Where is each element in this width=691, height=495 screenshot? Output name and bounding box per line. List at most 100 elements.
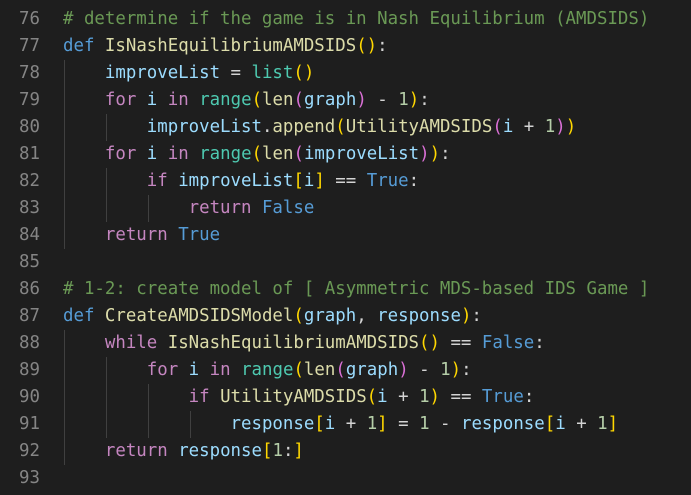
code-line[interactable]: 79 for i in range(len(graph) - 1): [0, 87, 691, 114]
code-token: improveList [146, 117, 262, 137]
code-token: response [178, 441, 262, 461]
code-token: range [199, 90, 252, 110]
line-number: 89 [19, 360, 40, 380]
code-line[interactable]: 84 return True [0, 222, 691, 249]
code-token: ( [293, 144, 304, 164]
code-token: response [230, 414, 315, 434]
code-token: : [282, 441, 294, 461]
code-token: + [387, 387, 420, 407]
code-token: ( [293, 90, 304, 110]
line-number: 93 [19, 468, 40, 488]
code-token: 1 [419, 414, 430, 434]
code-line[interactable]: 80 improveList.append(UtilityAMDSIDS(i +… [0, 114, 691, 141]
code-line[interactable]: 76 # determine if the game is in Nash Equ… [0, 6, 691, 33]
code-line[interactable]: 93 [0, 465, 691, 492]
code-token: ( [293, 360, 304, 380]
code-token: : [440, 144, 451, 164]
code-text: return False [63, 195, 315, 222]
code-token: . [261, 117, 273, 137]
code-line[interactable]: 78 improveList = list() [0, 60, 691, 87]
code-token: [ [293, 171, 304, 191]
code-token: return [104, 441, 168, 461]
code-token: True [366, 171, 409, 191]
code-token: ) [398, 360, 409, 380]
code-token: : [408, 171, 420, 191]
code-token: len [262, 144, 294, 164]
code-line[interactable]: 89 for i in range(len(graph) - 1): [0, 357, 691, 384]
code-token: ( [492, 117, 503, 137]
code-line[interactable]: 85 [0, 249, 691, 276]
code-token: in [167, 144, 189, 164]
code-token: True [178, 225, 221, 245]
code-token: improveList [303, 144, 420, 164]
code-token: + [513, 117, 545, 137]
code-line[interactable]: 86 # 1-2: create model of [ Asymmetric MD… [0, 276, 691, 303]
code-token: return [104, 225, 168, 245]
code-token: ) [555, 117, 566, 137]
code-token: : [377, 36, 388, 56]
code-token: range [241, 360, 294, 380]
code-line[interactable]: 87 def CreateAMDSIDSModel(graph, response… [0, 303, 691, 330]
line-number: 88 [19, 333, 40, 353]
code-line[interactable]: 91 response[i + 1] = 1 - response[i + 1] [0, 411, 691, 438]
code-line[interactable]: 90 if UtilityAMDSIDS(i + 1) == True: [0, 384, 691, 411]
code-token: : [471, 306, 482, 326]
line-number: 92 [19, 441, 40, 461]
line-number: 79 [19, 90, 40, 110]
code-token: ) [460, 306, 472, 326]
code-text: def CreateAMDSIDSModel(graph, response): [63, 303, 482, 330]
code-token: while [104, 333, 158, 353]
code-token: ) [429, 387, 441, 407]
code-token: True [481, 387, 524, 407]
code-token: in [167, 90, 189, 110]
code-line[interactable]: 92 return response[1:] [0, 438, 691, 465]
code-token: if [146, 171, 168, 191]
code-token: 1 [419, 387, 430, 407]
code-editor[interactable]: 76 # determine if the game is in Nash Equ… [0, 6, 691, 495]
code-token: ) [450, 360, 462, 380]
code-token: : [461, 360, 472, 380]
code-token: ) [303, 63, 315, 83]
code-text: # 1-2: create model of [ Asymmetric MDS-… [63, 276, 649, 303]
code-token: + [565, 414, 598, 434]
code-line[interactable]: 81 for i in range(len(improveList)): [0, 141, 691, 168]
code-line[interactable]: 82 if improveList[i] == True: [0, 168, 691, 195]
code-token: def [63, 306, 95, 326]
code-token: - [366, 90, 399, 110]
code-token: ( [356, 36, 367, 56]
code-token: response [460, 414, 545, 434]
line-number: 87 [19, 306, 40, 326]
code-line[interactable]: 77 def IsNashEquilibriumAMDSIDS(): [0, 33, 691, 60]
code-token: ] [377, 414, 388, 434]
line-number: 81 [19, 144, 40, 164]
code-line[interactable]: 88 while IsNashEquilibriumAMDSIDS() == F… [0, 330, 691, 357]
code-token: def [63, 36, 95, 56]
code-token: ( [251, 144, 263, 164]
code-text: for i in range(len(improveList)): [63, 141, 451, 168]
code-token: range [199, 144, 252, 164]
code-token: return [188, 198, 252, 218]
code-text: if UtilityAMDSIDS(i + 1) == True: [63, 384, 535, 411]
code-text: def IsNashEquilibriumAMDSIDS(): [63, 33, 388, 60]
code-token: False [481, 333, 535, 353]
code-token: ) [429, 333, 440, 353]
code-token: ) [366, 36, 378, 56]
code-token: i [146, 90, 158, 110]
code-token: IsNashEquilibriumAMDSIDS [167, 333, 420, 353]
line-number: 84 [19, 225, 40, 245]
code-token: ( [335, 117, 346, 137]
code-line[interactable]: 83 return False [0, 195, 691, 222]
code-token: CreateAMDSIDSModel [104, 306, 294, 326]
